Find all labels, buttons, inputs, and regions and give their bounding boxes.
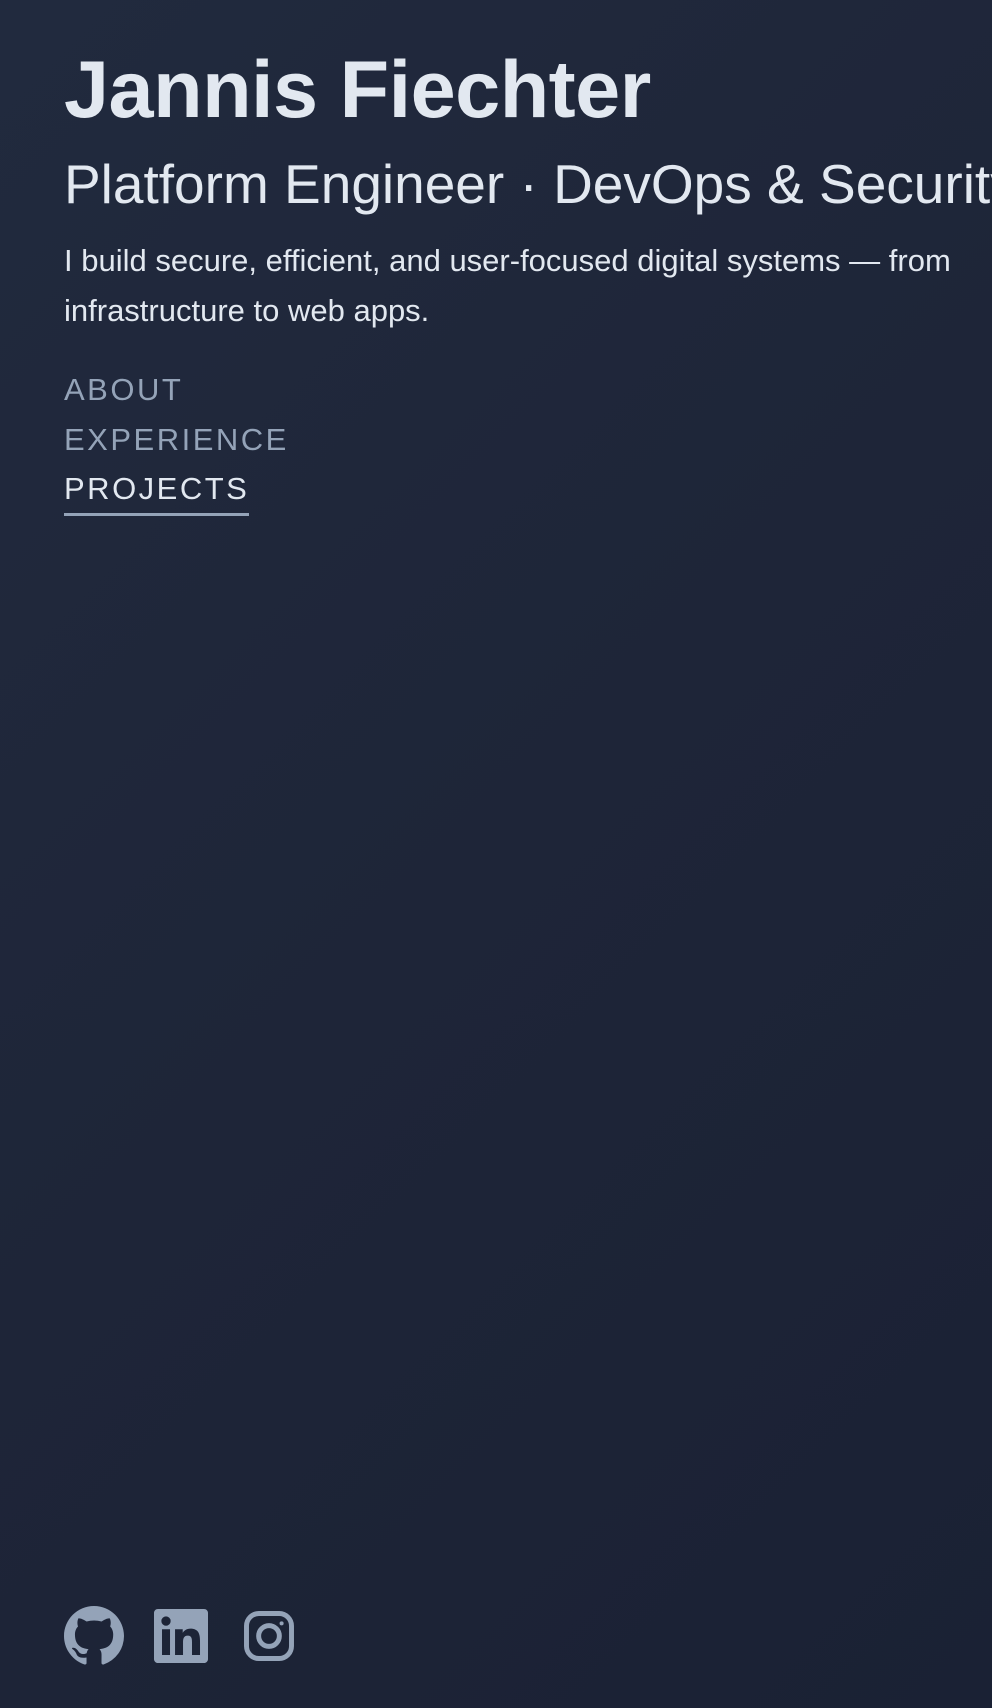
main-nav: ABOUT EXPERIENCE PROJECTS	[64, 365, 289, 516]
social-links	[64, 1606, 326, 1666]
github-link[interactable]	[64, 1606, 124, 1666]
nav-item-experience[interactable]: EXPERIENCE	[64, 415, 289, 465]
header: Jannis Fiechter Platform Engineer · DevO…	[64, 40, 992, 336]
instagram-icon	[242, 1609, 296, 1663]
nav-item-about[interactable]: ABOUT	[64, 365, 183, 415]
linkedin-icon	[154, 1609, 208, 1663]
page-title: Jannis Fiechter	[64, 45, 651, 135]
github-icon	[64, 1606, 124, 1666]
nav-item-projects[interactable]: PROJECTS	[64, 465, 250, 516]
subtitle: Platform Engineer · DevOps & Security	[64, 153, 992, 215]
page: Jannis Fiechter Platform Engineer · DevO…	[0, 0, 992, 1708]
tagline: I build secure, efficient, and user-focu…	[64, 243, 951, 328]
linkedin-link[interactable]	[154, 1609, 208, 1663]
instagram-link[interactable]	[242, 1609, 296, 1663]
